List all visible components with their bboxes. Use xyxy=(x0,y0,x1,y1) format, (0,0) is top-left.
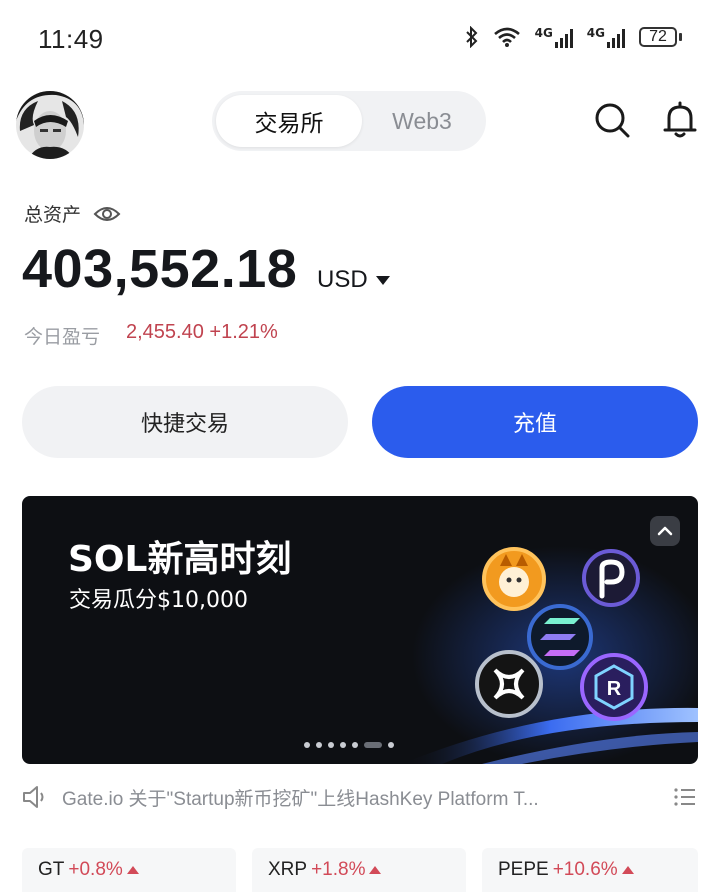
ticker-change: +1.8% xyxy=(311,859,366,880)
caret-down-icon xyxy=(375,275,390,285)
list-icon[interactable] xyxy=(674,787,696,807)
carousel-indicator[interactable] xyxy=(304,742,394,748)
status-time: 11:49 xyxy=(38,24,104,54)
ticker-change: +10.6% xyxy=(552,859,618,880)
svg-text:R: R xyxy=(607,678,622,700)
carousel-dot[interactable] xyxy=(352,742,358,748)
announcement-text[interactable]: Gate.io 关于"Startup新币挖矿"上线HashKey Platfor… xyxy=(62,784,642,811)
raydium-coin-icon: R xyxy=(580,653,648,721)
jito-coin-icon xyxy=(475,650,543,718)
today-pnl-value: 2,455.40 +1.21% xyxy=(126,321,278,343)
ticker-change: +0.8% xyxy=(68,859,123,880)
exchange-web3-toggle: 交易所 Web3 xyxy=(212,91,486,151)
battery-icon: 72 xyxy=(639,27,682,47)
network-type-1: 4G xyxy=(534,26,553,40)
ticker-xrp[interactable]: XRP +1.8% xyxy=(252,848,466,892)
wifi-icon xyxy=(493,27,520,47)
bonk-coin-icon xyxy=(482,547,546,611)
signal-icon-2: 4G xyxy=(587,26,625,48)
eye-icon[interactable] xyxy=(93,204,121,224)
carousel-dot[interactable] xyxy=(388,742,394,748)
carousel-dot[interactable] xyxy=(316,742,322,748)
banner-title: SOL新高时刻 xyxy=(68,539,292,580)
currency-selector[interactable]: USD xyxy=(317,266,390,294)
ticker-symbol: GT xyxy=(38,859,65,880)
ticker-symbol: XRP xyxy=(268,859,308,880)
chevron-up-icon xyxy=(657,526,673,536)
carousel-dot[interactable] xyxy=(304,742,310,748)
search-icon[interactable] xyxy=(592,100,632,140)
carousel-dot[interactable] xyxy=(340,742,346,748)
total-balance: 403,552.18 xyxy=(22,239,298,299)
total-assets-label: 总资产 xyxy=(24,200,121,227)
carousel-dot[interactable] xyxy=(364,742,382,748)
up-arrow-icon xyxy=(126,866,139,874)
speaker-icon xyxy=(23,786,44,808)
banner-subtitle: 交易瓜分$10,000 xyxy=(69,588,248,613)
up-arrow-icon xyxy=(621,866,634,874)
collapse-button[interactable] xyxy=(650,516,680,546)
quick-trade-button[interactable]: 快捷交易 xyxy=(22,386,348,458)
promo-banner[interactable]: R SOL新高时刻 交易瓜分$10,000 xyxy=(22,496,698,764)
deposit-button[interactable]: 充值 xyxy=(372,386,698,458)
ticker-gt[interactable]: GT +0.8% xyxy=(22,848,236,892)
tab-web3[interactable]: Web3 xyxy=(362,95,482,147)
up-arrow-icon xyxy=(369,866,382,874)
signal-icon: 4G xyxy=(535,26,573,48)
pyth-coin-icon xyxy=(582,549,640,607)
tab-exchange[interactable]: 交易所 xyxy=(216,95,362,147)
carousel-dot[interactable] xyxy=(328,742,334,748)
today-pnl-label: 今日盈亏 xyxy=(24,326,101,348)
ticker-pepe[interactable]: PEPE +10.6% xyxy=(482,848,698,892)
bluetooth-icon xyxy=(465,26,478,48)
ticker-symbol: PEPE xyxy=(498,859,549,880)
system-icons: 4G 4G 72 xyxy=(465,26,682,48)
battery-level: 72 xyxy=(639,27,677,47)
currency-label: USD xyxy=(317,266,368,293)
announcement-bar[interactable]: Gate.io 关于"Startup新币挖矿"上线HashKey Platfor… xyxy=(22,782,698,812)
solana-coin-icon xyxy=(527,604,593,670)
bell-icon[interactable] xyxy=(660,100,700,140)
network-type-2: 4G xyxy=(586,26,605,40)
user-avatar[interactable] xyxy=(16,91,84,159)
total-assets-text: 总资产 xyxy=(24,204,82,226)
